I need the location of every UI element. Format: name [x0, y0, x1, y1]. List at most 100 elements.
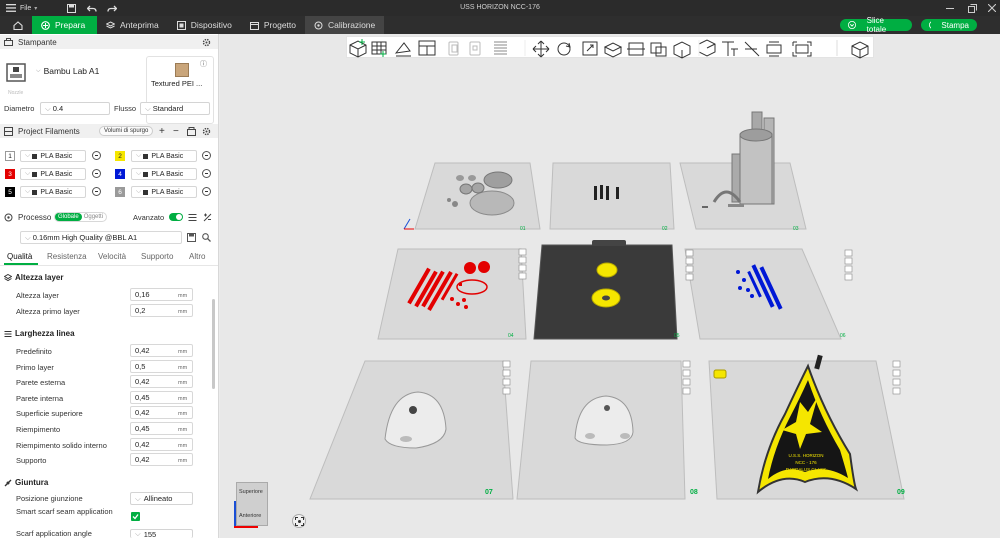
plate-04[interactable] [377, 248, 527, 340]
paint-support-icon[interactable] [673, 41, 691, 59]
plate-03[interactable] [679, 111, 807, 230]
split-objects-icon[interactable] [448, 41, 459, 56]
filament-select[interactable]: ⌵ PLA Basic [20, 168, 86, 180]
process-section-header: Processo Globale Oggetti Avanzato [0, 210, 218, 224]
tab-speed[interactable]: Velocità [98, 252, 126, 261]
rotate-icon[interactable] [557, 42, 571, 56]
purge-volumes-button[interactable]: Volumi di spurgo [99, 126, 154, 136]
home-icon[interactable] [4, 16, 32, 34]
diameter-select[interactable]: ⌵ 0.4 [40, 102, 110, 115]
arrange-icon[interactable] [418, 40, 436, 56]
save-icon[interactable] [67, 0, 76, 16]
split-parts-icon[interactable] [469, 41, 481, 56]
scarf-seam-checkbox[interactable] [131, 512, 140, 521]
paint-color-icon[interactable] [851, 41, 869, 59]
process-preset-select[interactable]: ⌵ 0.16mm High Quality @BBL A1 [20, 231, 182, 244]
filament-select[interactable]: ⌵ PLA Basic [20, 150, 86, 162]
gear-icon[interactable] [202, 38, 211, 47]
plate-07[interactable] [309, 360, 514, 500]
info-icon[interactable]: ⓘ [200, 59, 207, 69]
setting-unit: mm [178, 364, 188, 371]
remove-icon[interactable] [202, 187, 211, 196]
scope-toggle[interactable]: Globale Oggetti [54, 212, 107, 222]
search-icon[interactable] [202, 233, 211, 242]
auto-orient-icon[interactable] [394, 42, 411, 57]
remove-icon[interactable] [92, 169, 101, 178]
setting-row: Parete interna 0,45 mm [0, 390, 218, 406]
tab-preview[interactable]: Anteprima [97, 16, 168, 34]
seam-position-value: Allineato [143, 494, 173, 503]
plate-06[interactable] [684, 248, 842, 340]
plate-01[interactable] [414, 162, 541, 230]
badge-line3: DAEDALUS CLASS [786, 467, 826, 472]
seam-painting-icon[interactable] [698, 39, 716, 57]
printer-selector[interactable]: ⌵ Bambu Lab A1 [36, 66, 136, 76]
gear-icon[interactable] [202, 127, 211, 136]
measure-icon[interactable] [744, 41, 760, 57]
scale-icon[interactable] [582, 41, 598, 56]
add-filament-button[interactable]: + [159, 126, 165, 137]
objects-option[interactable]: Oggetti [82, 213, 105, 221]
mesh-boolean-icon[interactable] [650, 42, 667, 57]
plate-09[interactable]: U.S.S. HORIZON NCC - 176 DAEDALUS CLASS [708, 354, 905, 500]
remove-icon[interactable] [92, 151, 101, 160]
remove-icon[interactable] [92, 187, 101, 196]
filament-icon [32, 189, 38, 195]
filament-select[interactable]: ⌵ PLA Basic [131, 150, 197, 162]
filament-select[interactable]: ⌵ PLA Basic [20, 186, 86, 198]
sync-ams-icon[interactable] [187, 126, 196, 136]
remove-icon[interactable] [202, 151, 211, 160]
tab-preview-label: Anteprima [120, 20, 159, 30]
close-icon[interactable] [988, 0, 996, 16]
restore-icon[interactable] [968, 0, 977, 16]
list-icon[interactable] [188, 213, 197, 222]
filament-slot-number[interactable]: 3 [5, 169, 15, 179]
filament-slot-number[interactable]: 5 [5, 187, 15, 197]
reset-view-button[interactable] [292, 514, 306, 528]
advanced-toggle[interactable] [169, 213, 183, 221]
compare-icon[interactable] [203, 213, 212, 222]
assembly-icon[interactable] [766, 41, 782, 57]
flow-select[interactable]: ⌵ Standard [140, 102, 210, 115]
undo-icon[interactable] [87, 0, 97, 16]
plate-02[interactable] [549, 162, 675, 230]
redo-icon[interactable] [107, 0, 117, 16]
fit-plate-icon[interactable] [792, 41, 812, 57]
save-preset-icon[interactable] [187, 233, 196, 242]
move-icon[interactable] [532, 40, 550, 58]
view-cube[interactable]: Superiore Anteriore [234, 482, 268, 528]
filament-select[interactable]: ⌵ PLA Basic [131, 186, 197, 198]
add-plate-icon[interactable] [371, 41, 387, 57]
tab-device[interactable]: Dispositivo [168, 16, 241, 34]
filament-slot-number[interactable]: 4 [115, 169, 125, 179]
scarf-angle-select[interactable]: ⌵ 155 [130, 529, 193, 538]
remove-icon[interactable] [202, 169, 211, 178]
filament-slot-number[interactable]: 1 [5, 151, 15, 161]
3d-viewport[interactable]: U.S.S. HORIZON NCC - 176 DAEDALUS CLASS … [220, 34, 1000, 538]
filament-slot-number[interactable]: 2 [115, 151, 125, 161]
filament-slot-number[interactable]: 6 [115, 187, 125, 197]
tab-strength[interactable]: Resistenza [47, 252, 87, 261]
tab-project[interactable]: Progetto [241, 16, 305, 34]
plate-05[interactable] [533, 240, 678, 340]
plate-08[interactable] [516, 360, 686, 500]
global-option[interactable]: Globale [55, 213, 82, 221]
add-object-icon[interactable] [349, 39, 367, 58]
filament-select[interactable]: ⌵ PLA Basic [131, 168, 197, 180]
remove-filament-button[interactable]: − [173, 126, 179, 137]
tab-support[interactable]: Supporto [141, 252, 173, 261]
cut-icon[interactable] [627, 42, 645, 56]
tab-prepare[interactable]: Prepara [32, 16, 97, 34]
tab-quality[interactable]: Qualità [7, 252, 32, 261]
print-button[interactable]: Stampa [921, 19, 977, 31]
tab-calibration[interactable]: Calibrazione [305, 16, 385, 34]
minimize-icon[interactable] [946, 0, 954, 16]
seam-position-select[interactable]: ⌵ Allineato [130, 492, 193, 505]
tab-others[interactable]: Altro [189, 252, 205, 261]
slice-all-button[interactable]: Slice totale [840, 16, 912, 34]
text-icon[interactable] [722, 41, 738, 56]
variable-layer-icon[interactable] [494, 41, 507, 55]
menu-button[interactable]: File ▾ [6, 0, 37, 16]
purge-volumes-label: Volumi di spurgo [104, 128, 149, 134]
lay-on-face-icon[interactable] [603, 42, 623, 58]
